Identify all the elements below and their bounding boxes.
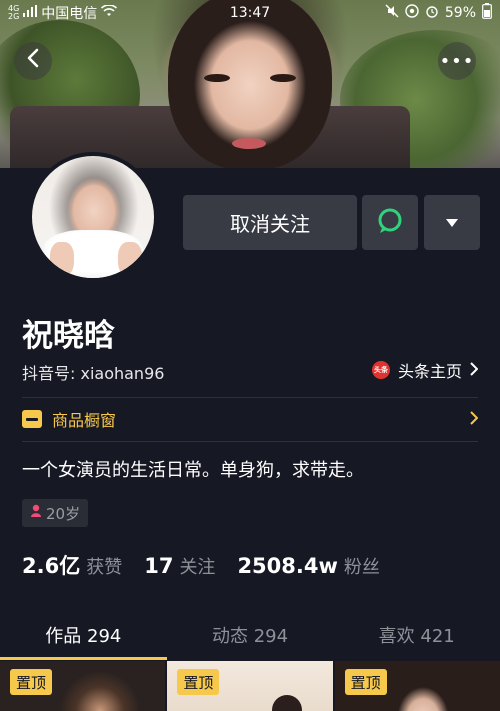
toutiao-homepage-link[interactable]: 头条 头条主页 [371,358,479,382]
signal-indicator: 4G 2G [8,4,20,21]
message-button[interactable] [362,195,418,250]
tab-works[interactable]: 作品 294 [0,610,167,660]
following-label: 关注 [179,557,216,578]
status-bar: 4G 2G 中国电信 13:47 59% [0,0,500,26]
profile-bio: 一个女演员的生活日常。单身狗，求带走。 [22,460,364,481]
unfollow-button[interactable]: 取消关注 [183,195,357,250]
video-thumbnail[interactable]: 置顶 [334,661,500,711]
profile-name: 祝晓晗 [22,318,115,354]
toutiao-label: 头条主页 [397,362,462,381]
likes-stat[interactable]: 2.6亿 获赞 [22,550,122,580]
triangle-down-icon [445,213,459,232]
battery-level: 59% [444,5,476,21]
likes-label: 获赞 [86,557,123,578]
more-dots-icon: ••• [439,50,475,72]
avatar[interactable] [28,152,158,282]
shop-window-row[interactable]: 商品橱窗 [22,398,479,440]
alarm-icon [425,4,439,22]
shop-window-label: 商品橱窗 [52,411,117,430]
shop-icon [22,410,42,428]
pinned-badge: 置顶 [344,669,387,695]
video-thumbnail[interactable]: 置顶 [167,661,333,711]
tab-dynamics[interactable]: 动态 294 [167,610,334,660]
age-tag: 20岁 [22,499,89,527]
chevron-left-icon [26,48,40,74]
more-button[interactable]: ••• [438,42,476,80]
likes-count: 2.6亿 [22,554,81,578]
video-grid: 置顶 置顶 置顶 [0,661,500,711]
chevron-right-icon [470,361,479,380]
divider [22,441,478,442]
mute-icon [385,4,399,22]
chat-bubble-icon [376,207,404,239]
toutiao-logo-icon: 头条 [371,361,390,379]
wifi-icon [101,4,118,21]
back-button[interactable] [14,42,52,80]
unfollow-label: 取消关注 [230,212,310,236]
video-thumbnail[interactable]: 置顶 [0,661,166,711]
following-stat[interactable]: 17 关注 [144,553,215,579]
signal-bars-icon [23,5,38,21]
followers-stat[interactable]: 2508.4w 粉丝 [237,553,379,579]
female-icon [30,504,42,522]
followers-count: 2508.4w [237,554,338,578]
location-icon [405,4,419,22]
age-label: 20岁 [46,504,81,523]
recommend-dropdown-button[interactable] [424,195,480,250]
carrier-name: 中国电信 [41,6,98,22]
following-count: 17 [144,554,174,578]
pinned-badge: 置顶 [177,669,220,695]
tab-likes[interactable]: 喜欢 421 [333,610,500,660]
stats-row: 2.6亿 获赞 17 关注 2508.4w 粉丝 [22,550,402,580]
battery-icon [482,3,492,23]
followers-label: 粉丝 [343,557,380,578]
pinned-badge: 置顶 [10,669,53,695]
chevron-right-icon [470,410,479,429]
profile-tabs: 作品 294 动态 294 喜欢 421 [0,610,500,660]
douyin-id: 抖音号: xiaohan96 [22,364,165,383]
